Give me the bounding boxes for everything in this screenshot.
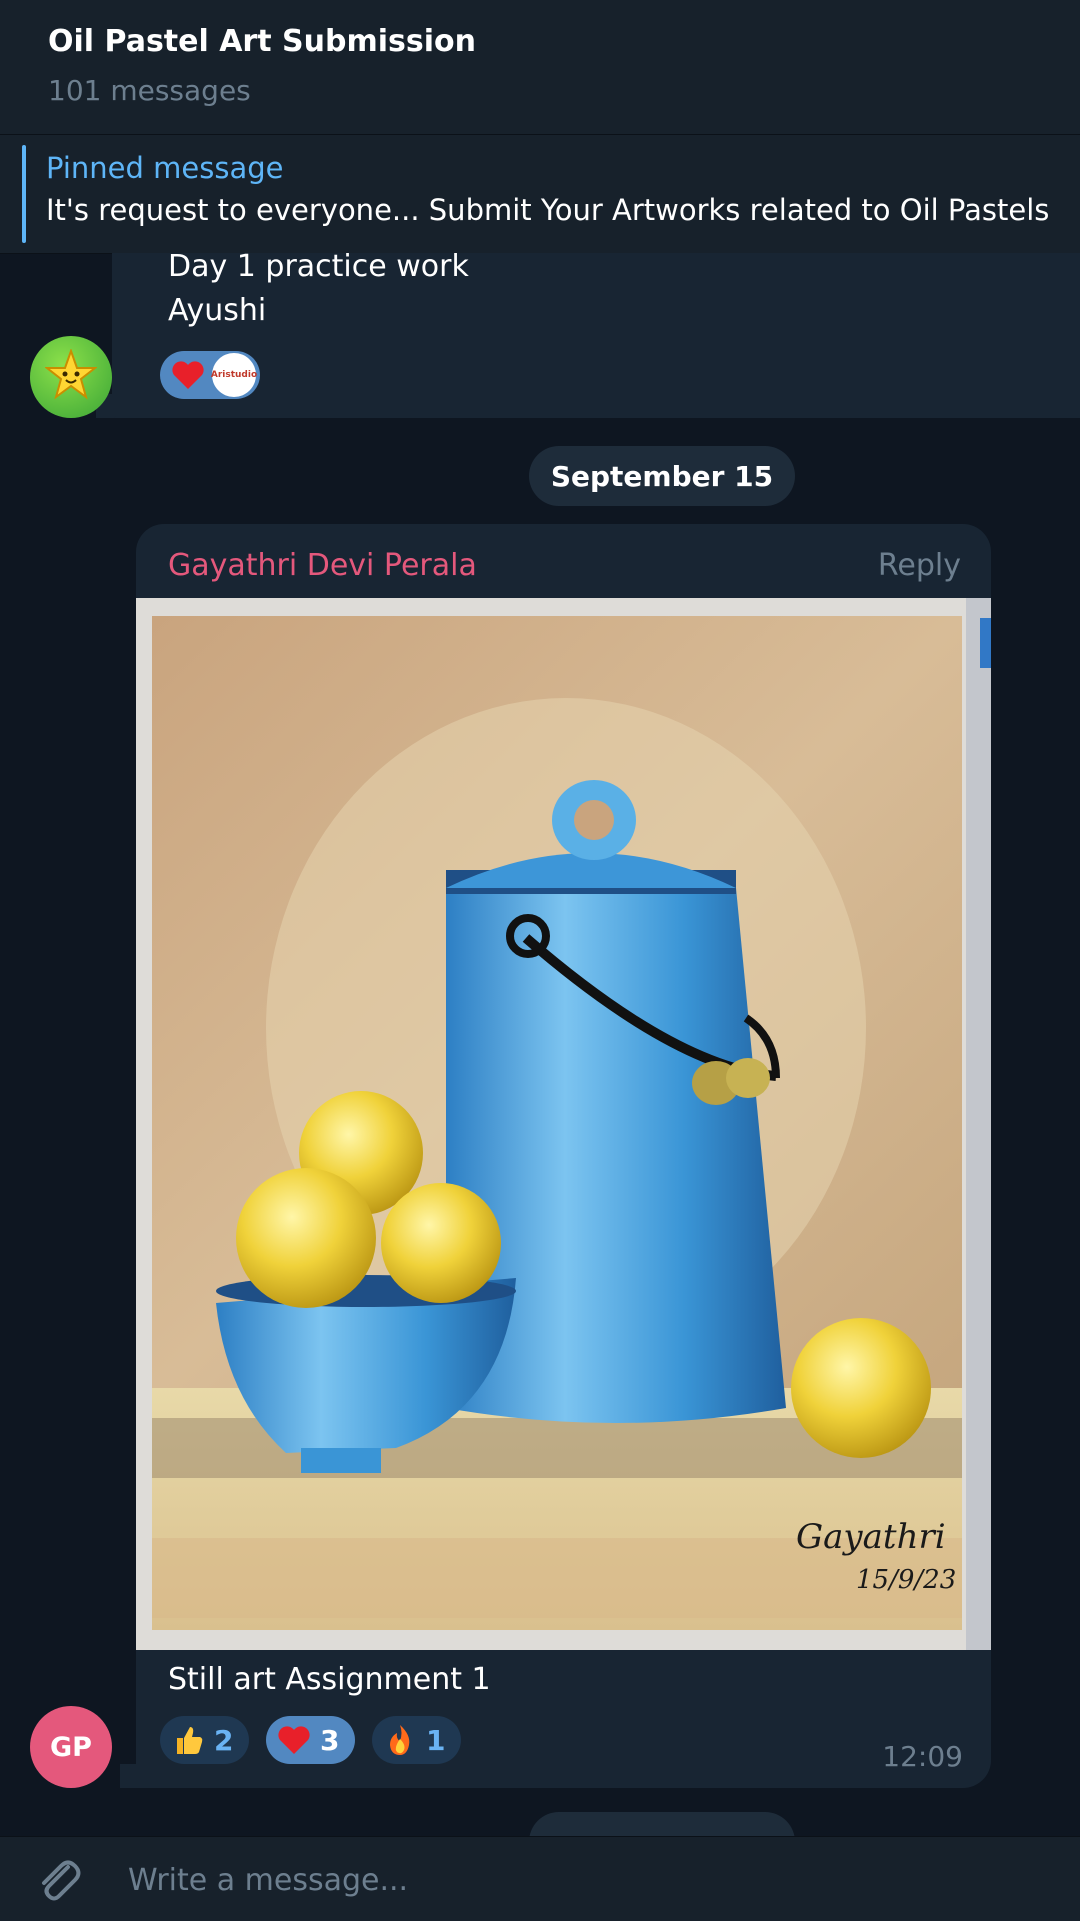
star-face-icon: [45, 349, 97, 400]
reaction-thumbs-up[interactable]: 2: [160, 1716, 250, 1764]
message-bubble[interactable]: Gayathri Devi Perala Reply Gayathri 15/9…: [136, 524, 991, 1788]
reaction-count: 2: [214, 1723, 234, 1757]
message-author[interactable]: Gayathri Devi Perala: [168, 548, 477, 583]
message-count: 101 messages: [48, 74, 251, 107]
artwork-photo[interactable]: Gayathri 15/9/23: [136, 598, 991, 1650]
reaction-count: 3: [320, 1723, 340, 1757]
bubble-tail: [120, 1764, 140, 1788]
message-time: 12:09: [882, 1740, 963, 1773]
pinned-text: It's request to everyone... Submit Your …: [46, 193, 1050, 227]
reaction-count: 1: [426, 1723, 446, 1757]
heart-icon: [168, 355, 208, 395]
reaction-fire[interactable]: 1: [372, 1716, 462, 1764]
message-text-line: Day 1 practice work: [168, 249, 469, 284]
message-text-line: Ayushi: [168, 293, 267, 328]
artwork-date: 15/9/23: [856, 1565, 956, 1595]
avatar-initials: GP: [50, 1731, 92, 1763]
reaction-heart[interactable]: Aristudio: [160, 351, 260, 399]
attach-icon[interactable]: [30, 1851, 86, 1911]
reaction-heart[interactable]: 3: [266, 1716, 356, 1764]
pinned-message-bar[interactable]: Pinned message It's request to everyone.…: [0, 135, 1080, 254]
artwork-image: Gayathri 15/9/23: [136, 598, 991, 1650]
avatar[interactable]: [30, 336, 112, 418]
artwork-signature: Gayathri: [796, 1517, 946, 1557]
message-input[interactable]: [126, 1851, 1030, 1909]
reactor-avatar: Aristudio: [210, 353, 258, 397]
thumbs-up-icon: [168, 1720, 208, 1760]
pinned-accent-bar: [22, 145, 26, 243]
date-separator: September 15: [529, 446, 795, 506]
avatar[interactable]: GP: [30, 1706, 112, 1788]
chat-header[interactable]: Oil Pastel Art Submission 101 messages: [0, 0, 1080, 135]
reactor-name: Aristudio: [210, 370, 258, 380]
chat-title: Oil Pastel Art Submission: [48, 24, 476, 59]
message-composer[interactable]: [0, 1836, 1080, 1921]
heart-icon: [274, 1720, 314, 1760]
message-bubble[interactable]: Day 1 practice work Ayushi Aristudio: [112, 249, 1080, 418]
pinned-label: Pinned message: [46, 151, 284, 185]
message-caption: Still art Assignment 1: [168, 1662, 491, 1697]
reply-button[interactable]: Reply: [878, 548, 961, 583]
fire-icon: [380, 1720, 420, 1760]
